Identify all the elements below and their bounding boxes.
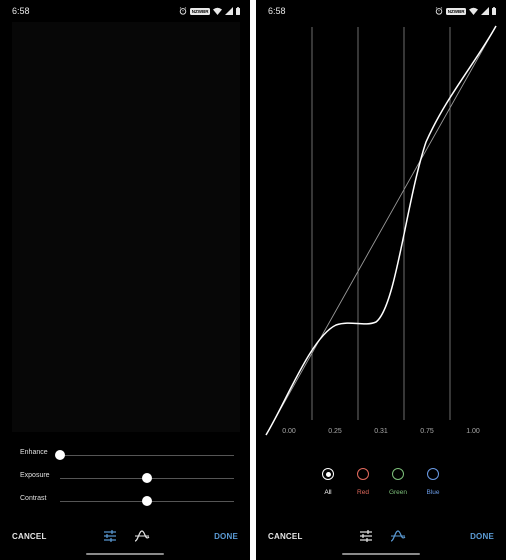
channel-label: Red <box>357 489 369 496</box>
slider-thumb[interactable] <box>142 496 152 506</box>
curve-tick-label: 0.25 <box>328 428 342 435</box>
bottom-toolbar: CANCEL DONE <box>256 524 506 550</box>
cancel-button[interactable]: CANCEL <box>268 532 303 541</box>
channel-selector: All Red Green Blue <box>256 464 506 504</box>
battery-icon <box>236 7 240 15</box>
done-button[interactable]: DONE <box>470 532 494 541</box>
slider-thumb[interactable] <box>142 473 152 483</box>
adjust-sliders-icon[interactable] <box>358 529 374 543</box>
channel-blue[interactable]: Blue <box>413 464 453 504</box>
status-bar: 6:58 NZWBR <box>0 0 250 22</box>
channel-radio[interactable] <box>392 468 404 480</box>
image-preview <box>12 22 240 432</box>
slider-label: Enhance <box>20 449 48 456</box>
wifi-icon <box>213 7 222 15</box>
network-badge: NZWBR <box>190 7 210 15</box>
curves-screen: 6:58 NZWBR 0.00 0.25 0.31 0.75 1.00 All … <box>256 0 506 560</box>
status-time: 6:58 <box>268 6 286 16</box>
channel-radio[interactable] <box>357 468 369 480</box>
cancel-button[interactable]: CANCEL <box>12 532 47 541</box>
channel-red[interactable]: Red <box>343 464 383 504</box>
curve-editor[interactable]: 0.00 0.25 0.31 0.75 1.00 <box>256 22 506 442</box>
home-indicator <box>342 553 420 555</box>
signal-icon <box>225 7 233 15</box>
enhance-slider[interactable]: Enhance <box>0 445 250 465</box>
bottom-toolbar: CANCEL DONE <box>0 524 250 550</box>
exposure-slider[interactable]: Exposure <box>0 468 250 488</box>
wifi-icon <box>469 7 478 15</box>
curve-tick-label: 0.31 <box>374 428 388 435</box>
curves-icon[interactable] <box>390 529 406 543</box>
curve-tick-label: 0.00 <box>282 428 296 435</box>
adjust-screen: 6:58 NZWBR Enhance Exposure Contrast CAN… <box>0 0 250 560</box>
alarm-icon <box>436 7 443 15</box>
done-button[interactable]: DONE <box>214 532 238 541</box>
contrast-slider[interactable]: Contrast <box>0 491 250 511</box>
reference-diagonal <box>265 25 497 436</box>
channel-radio[interactable] <box>427 468 439 480</box>
channel-all[interactable]: All <box>308 464 348 504</box>
status-bar: 6:58 NZWBR <box>256 0 506 22</box>
adjust-sliders-icon[interactable] <box>102 529 118 543</box>
slider-label: Contrast <box>20 495 47 502</box>
channel-label: Blue <box>426 489 440 496</box>
status-icons: NZWBR <box>435 6 496 16</box>
selected-dot <box>325 471 331 477</box>
curve-tick-label: 0.75 <box>420 428 434 435</box>
alarm-icon <box>180 7 187 15</box>
slider-thumb[interactable] <box>55 450 65 460</box>
channel-green[interactable]: Green <box>378 464 418 504</box>
signal-icon <box>481 7 489 15</box>
channel-radio[interactable] <box>322 468 334 480</box>
battery-icon <box>492 7 496 15</box>
slider-label: Exposure <box>20 472 50 479</box>
network-badge: NZWBR <box>446 7 466 15</box>
curve-tick-label: 1.00 <box>466 428 480 435</box>
home-indicator <box>86 553 164 555</box>
status-time: 6:58 <box>12 6 30 16</box>
status-icons: NZWBR <box>179 6 240 16</box>
slider-track[interactable] <box>60 455 234 456</box>
curves-icon[interactable] <box>134 529 150 543</box>
channel-label: Green <box>388 489 408 496</box>
channel-label: All <box>324 489 332 496</box>
